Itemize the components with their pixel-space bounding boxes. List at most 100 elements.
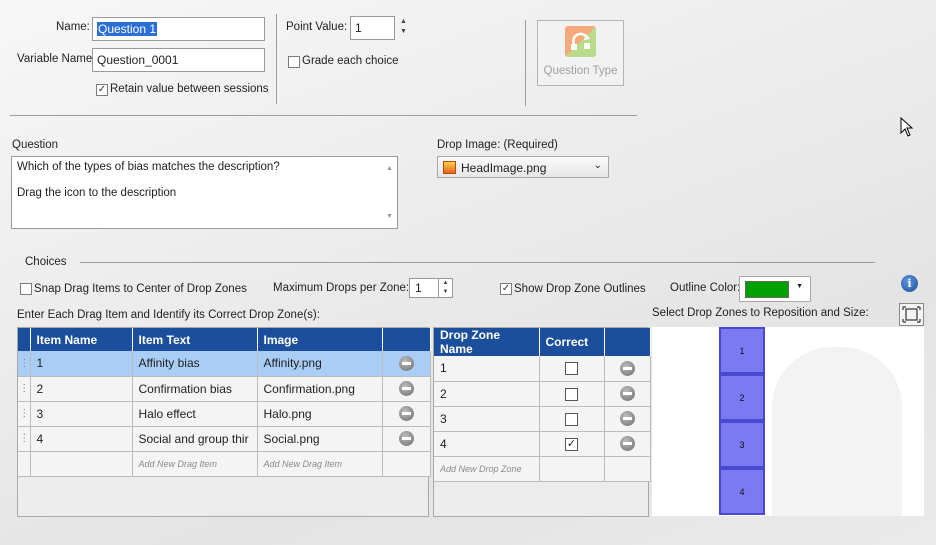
outline-color-swatch	[745, 281, 789, 298]
grade-each-checkbox[interactable]	[288, 56, 300, 68]
header-item-text[interactable]: Item Text	[132, 328, 258, 351]
table-row[interactable]: 2	[434, 381, 651, 407]
info-icon[interactable]: i	[901, 275, 918, 292]
add-row-delete-cell	[604, 456, 651, 482]
retain-value-label: Retain value between sessions	[110, 83, 269, 95]
name-field[interactable]: Question 1	[92, 17, 265, 41]
section-separator	[10, 115, 637, 116]
item-name-cell[interactable]: 1	[30, 351, 133, 377]
header-correct[interactable]: Correct	[539, 328, 605, 356]
table-row[interactable]: ⋮ 4 Social and group thir Social.png	[18, 426, 431, 452]
row-grip-icon[interactable]: ⋮	[18, 401, 31, 427]
drop-zone-2[interactable]: 2	[719, 374, 765, 421]
remove-icon[interactable]	[398, 381, 414, 397]
correct-checkbox[interactable]	[565, 362, 578, 376]
table-row[interactable]: ⋮ 1 Affinity bias Affinity.png	[18, 351, 431, 377]
drop-image-value: HeadImage.png	[461, 161, 547, 175]
variable-name-field[interactable]: Question_0001	[92, 48, 265, 72]
snap-checkbox[interactable]	[20, 283, 32, 295]
retain-value-checkbox[interactable]: ✓	[96, 84, 108, 96]
textarea-scroll-up-icon[interactable]: ▲	[386, 162, 393, 175]
image-file-icon	[443, 161, 456, 174]
drop-zone-preview[interactable]: 1 2 3 4	[652, 327, 924, 516]
table-row[interactable]: ⋮ 3 Halo effect Halo.png	[18, 401, 431, 427]
drop-zone-4[interactable]: 4	[719, 468, 765, 515]
item-name-cell[interactable]: 4	[30, 426, 133, 452]
add-row[interactable]: Add New Drag Item Add New Drag Item	[18, 451, 431, 477]
chevron-down-icon: ⌄	[593, 160, 602, 171]
max-drops-field[interactable]: 1	[409, 278, 439, 298]
max-drops-stepper[interactable]: ▲ ▼	[439, 278, 453, 298]
grade-each-label: Grade each choice	[302, 55, 399, 67]
item-name-cell[interactable]: 3	[30, 401, 133, 427]
table-row[interactable]: 4 ✓	[434, 431, 651, 457]
divider	[276, 14, 277, 104]
show-outlines-checkbox[interactable]: ✓	[500, 283, 512, 295]
remove-icon[interactable]	[398, 355, 414, 371]
image-cell[interactable]: Halo.png	[257, 401, 383, 427]
drop-zone-1[interactable]: 1	[719, 327, 765, 374]
name-label: Name:	[56, 21, 90, 33]
item-text-cell[interactable]: Affinity bias	[132, 351, 258, 377]
row-grip-icon[interactable]: ⋮	[18, 351, 31, 377]
image-cell[interactable]: Social.png	[257, 426, 383, 452]
zone-name-cell[interactable]: 3	[434, 406, 540, 432]
header-item-name[interactable]: Item Name	[30, 328, 133, 351]
delete-cell	[604, 406, 651, 432]
item-name-cell[interactable]: 2	[30, 376, 133, 402]
delete-cell	[604, 356, 651, 382]
drop-image-dropdown[interactable]: HeadImage.png ⌄	[437, 156, 609, 178]
point-value-stepper[interactable]: ▲ ▼	[400, 17, 407, 37]
row-grip-icon[interactable]: ⋮	[18, 426, 31, 452]
correct-cell: ✓	[539, 431, 605, 457]
image-cell[interactable]: Affinity.png	[257, 351, 383, 377]
delete-cell	[382, 401, 431, 427]
zone-name-cell[interactable]: 4	[434, 431, 540, 457]
add-row[interactable]: Add New Drop Zone	[434, 456, 651, 482]
point-value-field[interactable]: 1	[350, 16, 395, 40]
delete-cell	[382, 351, 431, 377]
question-type-icon	[565, 26, 596, 57]
zone-name-cell[interactable]: 1	[434, 356, 540, 382]
row-grip-icon[interactable]: ⋮	[18, 376, 31, 402]
head-image-silhouette	[772, 347, 902, 516]
table-row[interactable]: 3	[434, 406, 651, 432]
drop-image-label: Drop Image: (Required)	[437, 139, 558, 151]
item-text-cell[interactable]: Confirmation bias	[132, 376, 258, 402]
header-drop-zone-name[interactable]: Drop Zone Name	[434, 328, 540, 356]
correct-checkbox[interactable]: ✓	[565, 437, 578, 451]
add-item-name-cell[interactable]	[30, 451, 133, 477]
remove-icon[interactable]	[619, 411, 635, 427]
table-row[interactable]: 1	[434, 356, 651, 382]
select-zones-label: Select Drop Zones to Reposition and Size…	[652, 307, 869, 319]
question-textarea[interactable]: Which of the types of bias matches the d…	[11, 156, 398, 229]
remove-icon[interactable]	[398, 431, 414, 447]
add-drop-zone-text[interactable]: Add New Drop Zone	[434, 456, 540, 482]
correct-checkbox[interactable]	[565, 387, 578, 401]
zone-name-cell[interactable]: 2	[434, 381, 540, 407]
remove-icon[interactable]	[398, 406, 414, 422]
add-drag-item-text[interactable]: Add New Drag Item	[132, 451, 258, 477]
header-image[interactable]: Image	[257, 328, 383, 351]
drop-zone-3[interactable]: 3	[719, 421, 765, 468]
textarea-scroll-down-icon[interactable]: ▼	[386, 210, 393, 223]
question-label: Question	[12, 139, 59, 151]
remove-icon[interactable]	[619, 386, 635, 402]
question-line-1: Which of the types of bias matches the d…	[17, 161, 280, 173]
add-drag-item-image[interactable]: Add New Drag Item	[257, 451, 383, 477]
add-row-correct-cell	[539, 456, 605, 482]
correct-cell	[539, 406, 605, 432]
question-type-button[interactable]: Question Type	[537, 20, 624, 86]
delete-cell	[382, 376, 431, 402]
chevron-down-icon: ▼	[796, 283, 803, 290]
point-value-label: Point Value:	[286, 21, 348, 33]
correct-checkbox[interactable]	[565, 412, 578, 426]
table-row[interactable]: ⋮ 2 Confirmation bias Confirmation.png	[18, 376, 431, 402]
image-cell[interactable]: Confirmation.png	[257, 376, 383, 402]
outline-color-picker[interactable]: ▼	[739, 276, 811, 302]
remove-icon[interactable]	[619, 360, 635, 376]
fit-to-frame-button[interactable]	[899, 303, 924, 326]
item-text-cell[interactable]: Halo effect	[132, 401, 258, 427]
remove-icon[interactable]	[619, 436, 635, 452]
item-text-cell[interactable]: Social and group thir	[132, 426, 258, 452]
